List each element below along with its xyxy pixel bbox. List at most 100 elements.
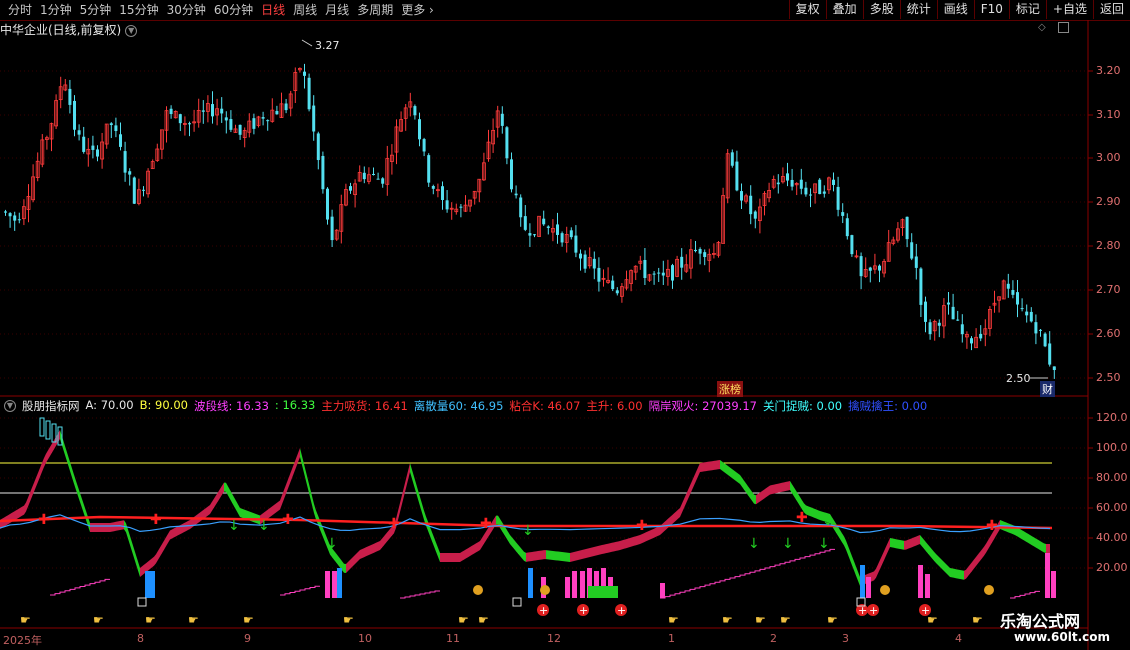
ribbon-segment (456, 553, 458, 562)
stair-line (50, 578, 110, 596)
ribbon-segment (980, 549, 982, 561)
ribbon-segment (1044, 543, 1046, 553)
ribbon-segment (604, 544, 606, 554)
ribbon-segment (752, 491, 754, 504)
ribbon-segment (206, 506, 208, 517)
ribbon-segment (338, 555, 340, 568)
ribbon-segment (200, 511, 202, 522)
ribbon-segment (518, 544, 520, 556)
ribbon-segment (562, 552, 564, 562)
stair-line (280, 585, 320, 596)
candle-body (307, 77, 311, 110)
ribbon-segment (650, 529, 652, 540)
ribbon-segment (924, 539, 926, 552)
ribbon-segment (188, 520, 190, 531)
candle-body (799, 179, 803, 189)
ribbon-segment (938, 556, 940, 567)
ribbon-segment (850, 551, 852, 566)
date-tick: 2 (770, 632, 777, 645)
ribbon-segment (684, 494, 686, 508)
ribbon-segment (858, 571, 860, 586)
candle-body (73, 100, 76, 130)
ribbon-segment (386, 531, 388, 543)
down-arrow-icon: ↓ (522, 523, 534, 539)
ribbon-segment (216, 492, 218, 505)
ribbon-segment (176, 526, 178, 537)
ribbon-segment (372, 543, 374, 554)
candle-body (878, 265, 881, 271)
ribbon-segment (228, 486, 230, 499)
candle-body (1006, 283, 1010, 289)
zhangbang-badge[interactable]: 涨榜 (717, 381, 743, 397)
ribbon-segment (300, 448, 302, 465)
ribbon-segment (610, 542, 612, 553)
chart-canvas[interactable]: ↓ ↓↓↓↓ ↓ ↓↓✚ ✚ ✚ ✚ ✚ ✚ ✚ ✚+ + + + + +☛ ☛ ☛ ☛ ☛ ☛ ☛ ☛ ☛ ☛ ☛ ☛ ☛ ☛ ☛ (0, 0, 1130, 650)
ribbon-segment (416, 483, 418, 500)
candle-body (362, 172, 366, 180)
cai-badge[interactable]: 财 (1040, 381, 1055, 397)
histogram-bar (572, 571, 577, 598)
chevron-down-icon[interactable]: ▼ (4, 400, 16, 412)
ribbon-segment (90, 523, 92, 532)
ribbon-segment (1032, 536, 1034, 547)
ribbon-segment (282, 490, 284, 505)
ribbon-segment (130, 536, 132, 552)
ribbon-segment (758, 492, 760, 503)
candle-body (413, 106, 417, 116)
ribbon-segment (284, 484, 286, 499)
date-tick: 1 (668, 632, 675, 645)
candle-body (119, 134, 122, 147)
candle-body (275, 110, 279, 115)
hand-pointer-icon: ☛ (780, 613, 791, 627)
candle-body (1029, 311, 1033, 322)
ribbon-segment (734, 470, 736, 481)
candle-body (533, 234, 536, 236)
ribbon-segment (66, 449, 68, 465)
ribbon-segment (132, 542, 134, 558)
date-tick: 11 (446, 632, 460, 645)
ribbon-segment (514, 539, 516, 552)
ribbon-segment (448, 553, 450, 562)
candle-body (947, 302, 950, 305)
candle-body (937, 322, 941, 326)
date-tick: 12 (547, 632, 561, 645)
ribbon-segment (148, 560, 150, 571)
ribbon-segment (204, 508, 206, 519)
candle-body (528, 233, 532, 236)
candle-body (261, 117, 265, 119)
ribbon-segment (502, 522, 504, 535)
ribbon-segment (108, 523, 110, 532)
candle-body (924, 301, 927, 322)
legend-item: 隔岸观火: 27039.17 (648, 399, 757, 413)
candle-body (919, 268, 923, 305)
ribbon-segment (884, 546, 886, 561)
ribbon-segment (268, 508, 270, 519)
ribbon-segment (110, 522, 112, 532)
legend-item: B: 90.00 (139, 398, 188, 412)
ribbon-segment (890, 538, 892, 548)
legend-item: 粘合K: 46.07 (509, 399, 581, 413)
ribbon-segment (728, 466, 730, 477)
ribbon-segment (930, 547, 932, 559)
ribbon-segment (838, 526, 840, 539)
ribbon-segment (640, 534, 642, 544)
candle-body (229, 119, 233, 130)
stair-line (1010, 590, 1040, 599)
ribbon-segment (320, 520, 322, 535)
candle-body (850, 235, 854, 255)
ribbon-segment (1036, 538, 1038, 549)
candle-body (13, 215, 17, 221)
ribbon-segment (950, 568, 952, 578)
ribbon-segment (568, 552, 570, 562)
ribbon-segment (584, 549, 586, 559)
ribbon-segment (382, 536, 384, 548)
histogram-bar (866, 577, 871, 598)
ribbon-segment (278, 500, 280, 511)
ribbon-segment (420, 497, 422, 513)
ribbon-segment (114, 521, 116, 532)
ribbon-segment (784, 481, 786, 492)
ribbon-segment (8, 514, 10, 525)
ribbon-segment (956, 569, 958, 579)
candle-body (652, 273, 656, 275)
ribbon-segment (172, 528, 174, 539)
